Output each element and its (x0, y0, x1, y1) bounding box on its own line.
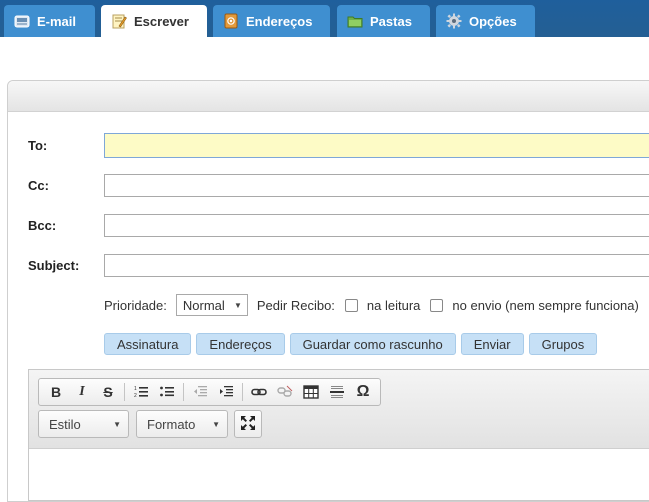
italic-button[interactable]: I (71, 381, 93, 403)
formatting-toolbar: B I S 12 Ω (38, 378, 381, 406)
bcc-label: Bcc: (28, 218, 57, 233)
format-label: Formato (147, 416, 196, 432)
priority-value: Normal (182, 297, 225, 313)
bold-button[interactable]: B (45, 381, 67, 403)
priority-select[interactable]: Normal ▼ (175, 294, 248, 316)
maximize-icon (240, 415, 256, 434)
addresses-button[interactable]: Endereços (196, 333, 285, 355)
tab-compose[interactable]: Escrever (101, 5, 207, 37)
link-icon[interactable] (248, 381, 270, 403)
tab-addresses[interactable]: Endereços (213, 5, 330, 37)
compose-icon (111, 13, 127, 29)
chevron-down-icon: ▼ (113, 419, 121, 429)
toolbar-separator (124, 383, 125, 401)
signature-button[interactable]: Assinatura (104, 333, 192, 355)
toolbar-separator (242, 383, 243, 401)
subject-field[interactable] (104, 254, 649, 277)
bcc-field[interactable] (104, 214, 649, 237)
send-options: Prioridade: Normal ▼ Pedir Recibo: na le… (104, 294, 639, 316)
unlink-icon[interactable] (274, 381, 296, 403)
indent-icon[interactable] (215, 381, 237, 403)
tab-folders[interactable]: Pastas (337, 5, 430, 37)
table-icon[interactable] (300, 381, 322, 403)
send-button[interactable]: Enviar (460, 333, 524, 355)
subject-label: Subject: (28, 258, 80, 273)
tab-email[interactable]: E-mail (4, 5, 95, 37)
groups-button[interactable]: Grupos (528, 333, 598, 355)
format-dropdown[interactable]: Formato ▼ (136, 410, 228, 438)
to-field[interactable] (104, 133, 649, 158)
tab-label: Pastas (370, 13, 412, 29)
tab-label: Endereços (246, 13, 313, 29)
folder-icon (347, 13, 363, 29)
special-character-button[interactable]: Ω (352, 381, 374, 403)
style-label: Estilo (49, 416, 81, 432)
on-send-checkbox[interactable] (430, 298, 444, 312)
priority-label: Prioridade: (104, 297, 167, 313)
cc-label: Cc: (28, 178, 49, 193)
editor-content-area[interactable] (29, 449, 649, 501)
on-read-label: na leitura (366, 297, 421, 313)
bullet-list-icon[interactable] (156, 381, 178, 403)
mail-icon (14, 13, 30, 29)
panel-header (8, 81, 649, 112)
tab-label: Opções (469, 13, 517, 29)
style-dropdown[interactable]: Estilo ▼ (38, 410, 129, 438)
svg-text:1: 1 (134, 386, 137, 392)
main-tab-bar: E-mail Escrever Endereços Pastas Opções (0, 0, 649, 37)
toolbar-separator (183, 383, 184, 401)
gear-icon (446, 13, 462, 29)
on-send-label: no envio (nem sempre funciona) (452, 297, 639, 313)
on-read-checkbox[interactable] (344, 298, 358, 312)
svg-text:2: 2 (134, 393, 137, 399)
compose-actions: Assinatura Endereços Guardar como rascun… (104, 333, 602, 355)
tab-options[interactable]: Opções (436, 5, 535, 37)
address-book-icon (223, 13, 239, 29)
tab-label: E-mail (37, 13, 77, 29)
chevron-down-icon: ▼ (233, 300, 242, 310)
save-draft-button[interactable]: Guardar como rascunho (289, 333, 456, 355)
outdent-icon[interactable] (189, 381, 211, 403)
cc-field[interactable] (104, 174, 649, 197)
maximize-button[interactable] (234, 410, 262, 438)
chevron-down-icon: ▼ (212, 419, 220, 429)
message-editor: B I S 12 Ω Estilo ▼ Formato ▼ (28, 369, 649, 501)
horizontal-rule-icon[interactable] (326, 381, 348, 403)
tab-label: Escrever (134, 13, 189, 29)
editor-toolbar: B I S 12 Ω Estilo ▼ Formato ▼ (29, 370, 649, 449)
strike-button[interactable]: S (97, 381, 119, 403)
numbered-list-icon[interactable]: 12 (130, 381, 152, 403)
receipt-label: Pedir Recibo: (256, 297, 335, 313)
to-label: To: (28, 138, 48, 153)
